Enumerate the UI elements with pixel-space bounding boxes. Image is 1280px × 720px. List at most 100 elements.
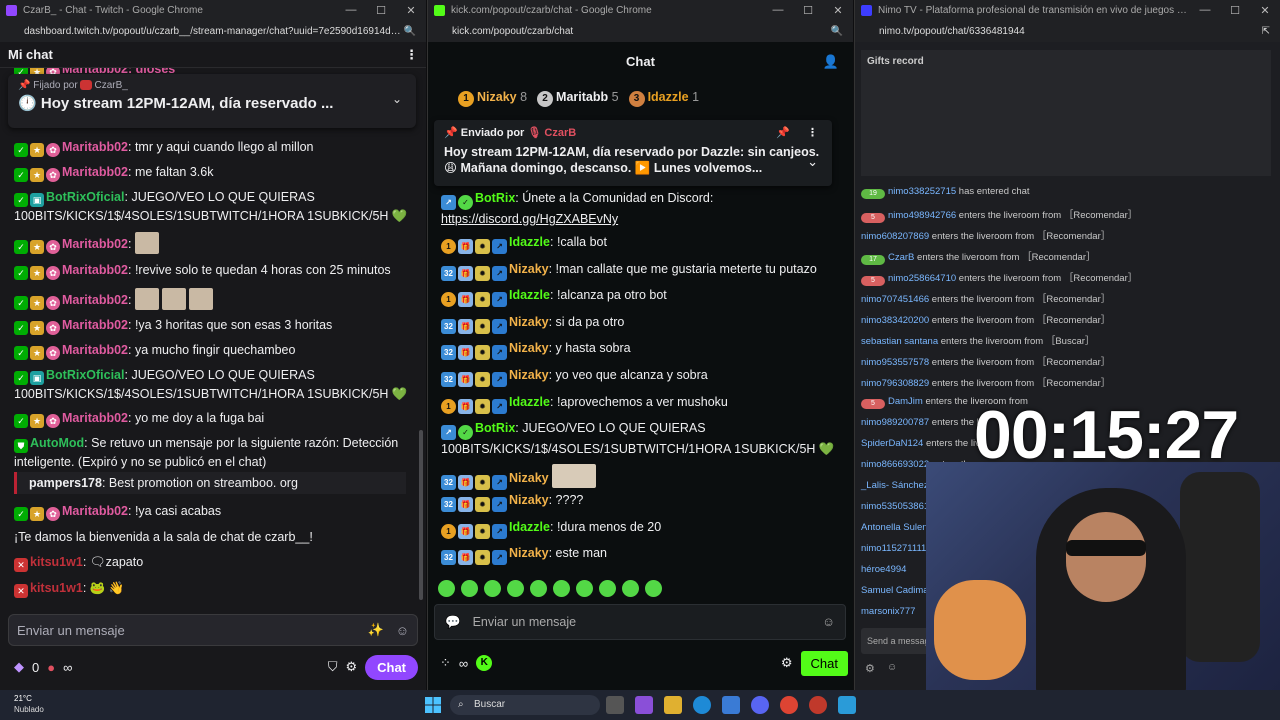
- kick-logo-icon[interactable]: K: [476, 655, 493, 671]
- windows-start-icon[interactable]: [425, 697, 441, 713]
- discord-link[interactable]: https://discord.gg/HgZXABEvNy: [441, 212, 618, 226]
- chat-message: 1 🎁 ✹ ↗ Idazzle: !aprovechemos a ver mushoku: [441, 393, 841, 414]
- minimize-icon[interactable]: —: [763, 4, 793, 16]
- share-icon[interactable]: ⇱: [1262, 26, 1270, 37]
- chat-send-button[interactable]: Chat: [800, 650, 848, 676]
- kick-chat-header: Chat 👤: [428, 42, 853, 80]
- chat-row: nimo989200787 enters the liv: [861, 417, 986, 428]
- gear-icon[interactable]: ⚙: [781, 655, 793, 671]
- magic-wand-icon[interactable]: ✨: [368, 622, 384, 638]
- emoji-icon[interactable]: ☺: [822, 615, 835, 629]
- stream-timer: 00:15:27: [974, 397, 1239, 473]
- chrome-icon[interactable]: [780, 696, 798, 714]
- chat-input[interactable]: 💬 Enviar un mensaje ☺: [434, 604, 846, 640]
- nimo-titlebar[interactable]: Nimo TV - Plataforma profesional de tran…: [855, 0, 1280, 20]
- chat-input[interactable]: Enviar un mensaje ✨ ☺: [8, 614, 418, 646]
- clock-icon: 🕛: [18, 95, 37, 112]
- sunglasses: [1066, 540, 1146, 556]
- pin-toggle-icon[interactable]: 📌: [776, 126, 790, 139]
- chevron-down-icon[interactable]: ⌄: [392, 92, 402, 106]
- minimize-icon[interactable]: —: [1190, 4, 1220, 16]
- emote-icon[interactable]: [507, 580, 524, 597]
- twitch-chat-header: Mi chat ⋮: [0, 42, 426, 68]
- notepad-icon[interactable]: [838, 696, 856, 714]
- chat-row: nimo707451466 enters the liveroom from ［…: [861, 294, 1111, 305]
- close-icon[interactable]: ✕: [396, 4, 426, 17]
- file-explorer-icon[interactable]: [664, 696, 682, 714]
- points-count: 0: [32, 659, 40, 675]
- maximize-icon[interactable]: ☐: [366, 4, 396, 17]
- chat-message: 1 🎁 ✹ ↗ Idazzle: !calla bot: [441, 233, 841, 254]
- minimize-icon[interactable]: —: [336, 4, 366, 16]
- webcam-overlay: [926, 462, 1280, 690]
- chat-row: nimo535053861: [861, 501, 930, 512]
- store-icon[interactable]: [722, 696, 740, 714]
- emote-icon[interactable]: [645, 580, 662, 597]
- chat-message: ✓ ★ ✿ Maritabb02: me faltan 3.6k: [14, 163, 412, 182]
- chat-message: ✓ ▣ BotRixOficial: JUEGO/VEO LO QUE QUIERA…: [14, 190, 408, 223]
- twitch-titlebar[interactable]: CzarB_ - Chat - Twitch - Google Chrome —…: [0, 0, 426, 20]
- bits-icon[interactable]: ◆: [14, 659, 24, 675]
- nimo-emoji-icon[interactable]: ☺: [887, 662, 897, 673]
- cat-emote: [188, 288, 213, 310]
- kick-window: kick.com/popout/czarb/chat - Google Chro…: [427, 0, 853, 690]
- emote-bar: [438, 580, 662, 597]
- pinned-message[interactable]: 📌 Fijado por CzarB_ 🕛 Hoy stream 12PM-12…: [8, 74, 416, 128]
- weather-desc: Nublado: [14, 705, 44, 714]
- users-icon[interactable]: 👤: [823, 54, 839, 70]
- close-icon[interactable]: ✕: [1250, 4, 1280, 17]
- chat-message: 1 🎁 ✹ ↗ Idazzle: !alcanza pa otro bot: [441, 286, 841, 307]
- chat-scrollbar[interactable]: [419, 430, 423, 600]
- channel-points-icon[interactable]: ●: [47, 660, 55, 675]
- nimo-settings-icon[interactable]: ⚙: [865, 662, 875, 675]
- emote-icon[interactable]: [484, 580, 501, 597]
- chat-title: Chat: [626, 53, 655, 69]
- app-icon[interactable]: [635, 696, 653, 714]
- shield-icon[interactable]: ⛉: [328, 659, 338, 675]
- gear-icon[interactable]: ⚙: [345, 659, 357, 675]
- pinned-text: Hoy stream 12PM-12AM, día reservado por …: [444, 145, 820, 175]
- chat-message: ✓ ★ ✿ Maritabb02: ya mucho fingir quechambe…: [14, 341, 412, 360]
- emote-icon[interactable]: [553, 580, 570, 597]
- chat-message: ✕ kitsu1w1: 🗨zapato: [14, 553, 412, 572]
- emote-icon[interactable]: [622, 580, 639, 597]
- chat-send-button[interactable]: Chat: [365, 654, 418, 680]
- mic-icon: 🎙: [527, 127, 542, 139]
- task-view-icon[interactable]: [606, 696, 624, 714]
- leader-item[interactable]: 3 Idazzle 1: [628, 90, 699, 107]
- more-options-icon[interactable]: ⋮: [807, 126, 818, 139]
- pinned-message[interactable]: 📌 Enviado por 🎙 CzarB 📌 ⋮ Hoy stream 12P…: [434, 120, 832, 186]
- emote-icon[interactable]: [599, 580, 616, 597]
- emoji-icon[interactable]: ☺: [396, 623, 409, 638]
- chat-message: 32 🎁 ✹ ↗ Nizaky: si da pa otro: [441, 313, 841, 334]
- zoom-icon[interactable]: 🔍: [404, 26, 416, 37]
- twitch-urlbar[interactable]: dashboard.twitch.tv/popout/u/czarb__/str…: [0, 20, 426, 42]
- obs-icon[interactable]: [809, 696, 827, 714]
- zoom-icon[interactable]: 🔍: [831, 26, 843, 37]
- edge-icon[interactable]: [693, 696, 711, 714]
- gifts-record-panel: Gifts record: [861, 50, 1271, 176]
- nimo-chat-input[interactable]: Send a message: [861, 628, 931, 654]
- discord-icon[interactable]: [751, 696, 769, 714]
- chevron-down-icon[interactable]: ⌄: [807, 154, 818, 170]
- maximize-icon[interactable]: ☐: [793, 4, 823, 17]
- chat-message: ✓ ★ ✿ Maritabb02: tmr y aqui cuando llego a…: [14, 138, 412, 157]
- chat-message: 32 🎁 ✹ ↗ Nizaky: yo veo que alcanza y sobra: [441, 366, 841, 387]
- dots-icon[interactable]: ⁘: [440, 655, 451, 671]
- close-icon[interactable]: ✕: [823, 4, 853, 17]
- more-options-icon[interactable]: ⋮: [405, 47, 418, 63]
- taskbar-search[interactable]: ⌕ Buscar: [450, 695, 600, 715]
- chat-row: marsonix777: [861, 606, 916, 617]
- leader-item[interactable]: 1 Nizaky 8: [458, 90, 527, 107]
- leader-item[interactable]: 2 Maritabb 5: [537, 90, 619, 107]
- emote-icon[interactable]: [461, 580, 478, 597]
- kick-urlbar[interactable]: kick.com/popout/czarb/chat 🔍: [428, 20, 853, 42]
- maximize-icon[interactable]: ☐: [1220, 4, 1250, 17]
- kick-titlebar[interactable]: kick.com/popout/czarb/chat - Google Chro…: [428, 0, 853, 20]
- emote-icon[interactable]: [438, 580, 455, 597]
- emote-icon[interactable]: [576, 580, 593, 597]
- emote-icon[interactable]: [530, 580, 547, 597]
- nimo-urlbar[interactable]: nimo.tv/popout/chat/6336481944 ⇱: [855, 20, 1280, 42]
- weather-widget[interactable]: 21°C Nublado: [14, 693, 44, 715]
- chat-message: 1 🎁 ✹ ↗ Idazzle: !dura menos de 20: [441, 518, 841, 539]
